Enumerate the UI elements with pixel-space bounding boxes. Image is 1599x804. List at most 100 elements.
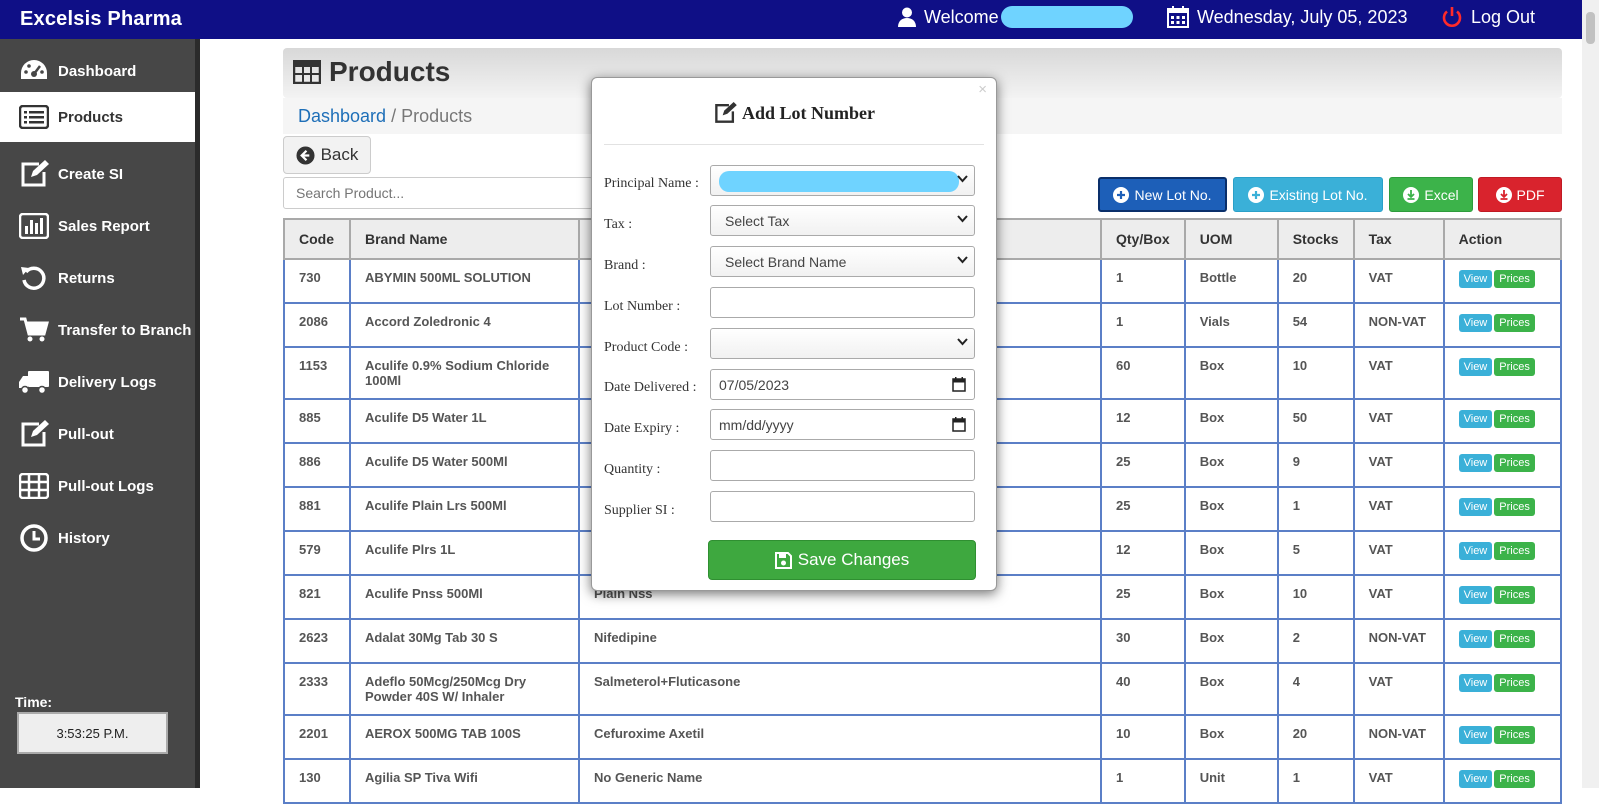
pdf-button[interactable]: PDF <box>1478 177 1562 212</box>
new-lot-button[interactable]: New Lot No. <box>1098 177 1227 212</box>
search-product-input[interactable] <box>283 177 593 209</box>
excel-button[interactable]: Excel <box>1389 177 1473 212</box>
existing-lot-button[interactable]: Existing Lot No. <box>1233 177 1383 212</box>
sidebar-label-sales-report: Sales Report <box>58 217 150 235</box>
view-button[interactable]: View <box>1458 630 1493 648</box>
date-delivered-value: 07/05/2023 <box>719 376 790 393</box>
redacted-username <box>1000 6 1133 28</box>
cell-tax: VAT <box>1352 346 1445 400</box>
back-button[interactable]: Back <box>283 136 371 174</box>
logout-link[interactable]: Log Out <box>1441 6 1535 28</box>
prices-button[interactable]: Prices <box>1494 630 1535 648</box>
download-circle-icon <box>1495 186 1512 203</box>
sidebar-item-pull-out[interactable]: Pull-out <box>0 409 195 459</box>
page-title-text: Products <box>329 56 451 87</box>
col-header-uom[interactable]: UOM <box>1183 218 1279 260</box>
prices-button[interactable]: Prices <box>1494 770 1535 788</box>
date-expiry-input[interactable]: mm/dd/yyyy <box>710 409 975 440</box>
view-button[interactable]: View <box>1458 454 1493 472</box>
view-button[interactable]: View <box>1458 314 1493 332</box>
prices-button[interactable]: Prices <box>1494 358 1535 376</box>
calendar-icon[interactable] <box>952 417 966 432</box>
prices-button[interactable]: Prices <box>1494 674 1535 692</box>
sidebar-item-sales-report[interactable]: Sales Report <box>0 201 195 251</box>
prices-button[interactable]: Prices <box>1494 454 1535 472</box>
lot-number-label: Lot Number : <box>604 299 681 314</box>
sidebar-item-returns[interactable]: Returns <box>0 253 195 303</box>
view-button[interactable]: View <box>1458 410 1493 428</box>
col-header-stocks[interactable]: Stocks <box>1276 218 1355 260</box>
view-button[interactable]: View <box>1458 270 1493 288</box>
table-row: 2201 AEROX 500MG TAB 100S Cefuroxime Axeti… <box>283 714 1563 760</box>
cell-uom: Box <box>1183 662 1279 716</box>
col-header-code[interactable]: Code <box>283 218 351 260</box>
cell-action: View Prices <box>1442 442 1563 488</box>
app-brand[interactable]: Excelsis Pharma <box>20 8 182 31</box>
sidebar: Dashboard Products Create SI Sales Repor… <box>0 39 200 788</box>
prices-button[interactable]: Prices <box>1494 270 1535 288</box>
lot-number-input[interactable] <box>710 287 975 318</box>
undo-icon <box>18 263 50 293</box>
sidebar-item-products[interactable]: Products <box>0 92 195 142</box>
calendar-icon[interactable] <box>952 377 966 392</box>
scrollbar-thumb[interactable] <box>1586 12 1595 44</box>
prices-button[interactable]: Prices <box>1494 410 1535 428</box>
sidebar-item-history[interactable]: History <box>0 513 195 563</box>
view-button[interactable]: View <box>1458 358 1493 376</box>
prices-button[interactable]: Prices <box>1494 314 1535 332</box>
sidebar-item-pull-out-logs[interactable]: Pull-out Logs <box>0 461 195 511</box>
date-delivered-label: Date Delivered : <box>604 380 697 395</box>
cell-tax: VAT <box>1352 574 1445 620</box>
cell-code: 2201 <box>283 714 351 760</box>
product-code-select[interactable] <box>710 328 975 359</box>
prices-button[interactable]: Prices <box>1494 542 1535 560</box>
cell-uom: Box <box>1183 530 1279 576</box>
grid-icon <box>18 471 50 501</box>
cell-brand: ABYMIN 500ML SOLUTION <box>349 258 580 304</box>
cell-tax: VAT <box>1352 662 1445 716</box>
date-expiry-label: Date Expiry : <box>604 421 680 436</box>
sidebar-item-dashboard[interactable]: Dashboard <box>0 46 195 96</box>
brand-select[interactable]: Select Brand Name <box>710 246 975 277</box>
plus-circle-icon <box>1248 186 1265 203</box>
page-scrollbar[interactable] <box>1582 0 1599 788</box>
cell-uom: Unit <box>1183 758 1279 804</box>
prices-button[interactable]: Prices <box>1494 726 1535 744</box>
cell-tax: NON-VAT <box>1352 714 1445 760</box>
col-header-tax[interactable]: Tax <box>1352 218 1445 260</box>
supplier-si-input[interactable] <box>710 491 975 522</box>
cell-stocks: 9 <box>1276 442 1355 488</box>
cell-action: View Prices <box>1442 302 1563 348</box>
principal-name-select[interactable] <box>710 165 975 196</box>
cell-brand: AEROX 500MG TAB 100S <box>349 714 580 760</box>
cell-code: 881 <box>283 486 351 532</box>
quantity-input[interactable] <box>710 450 975 481</box>
tax-select[interactable]: Select Tax <box>710 205 975 236</box>
view-button[interactable]: View <box>1458 498 1493 516</box>
sidebar-item-transfer[interactable]: Transfer to Branch <box>0 305 195 355</box>
sidebar-label-dashboard: Dashboard <box>58 62 137 80</box>
view-button[interactable]: View <box>1458 674 1493 692</box>
modal-close-button[interactable]: × <box>978 81 987 98</box>
col-header-qty[interactable]: Qty/Box <box>1100 218 1186 260</box>
cell-brand: Agilia SP Tiva Wifi <box>349 758 580 804</box>
prices-button[interactable]: Prices <box>1494 498 1535 516</box>
sidebar-item-delivery-logs[interactable]: Delivery Logs <box>0 357 195 407</box>
date-delivered-input[interactable]: 07/05/2023 <box>710 369 975 400</box>
cell-action: View Prices <box>1442 714 1563 760</box>
brand-select-value: Select Brand Name <box>725 253 847 270</box>
prices-button[interactable]: Prices <box>1494 586 1535 604</box>
plus-circle-icon <box>1113 186 1130 203</box>
col-header-brand[interactable]: Brand Name <box>349 218 580 260</box>
cell-qty: 12 <box>1100 398 1186 444</box>
save-changes-button[interactable]: Save Changes <box>708 540 976 580</box>
cell-brand: Aculife Plrs 1L <box>349 530 580 576</box>
view-button[interactable]: View <box>1458 726 1493 744</box>
cell-brand: Aculife D5 Water 1L <box>349 398 580 444</box>
view-button[interactable]: View <box>1458 542 1493 560</box>
breadcrumb-dashboard-link[interactable]: Dashboard <box>298 106 386 126</box>
sidebar-item-create-si[interactable]: Create SI <box>0 149 195 199</box>
view-button[interactable]: View <box>1458 770 1493 788</box>
cell-tax: VAT <box>1352 442 1445 488</box>
view-button[interactable]: View <box>1458 586 1493 604</box>
